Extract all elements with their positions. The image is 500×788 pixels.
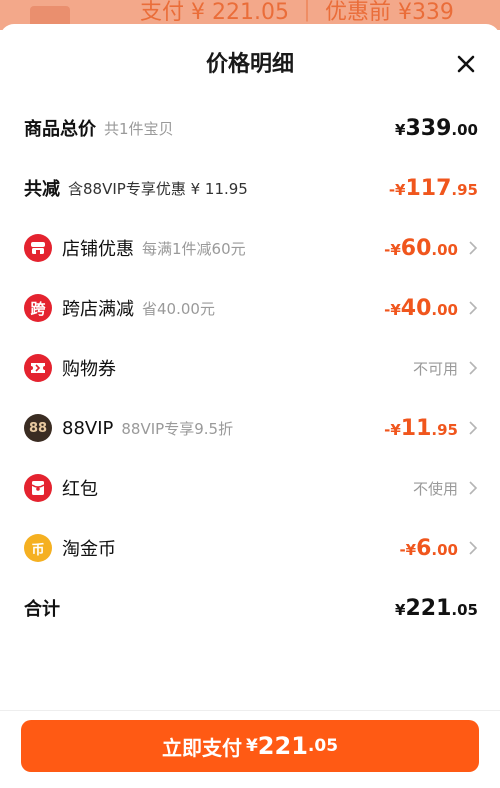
red-packet-status: 不使用 <box>412 479 458 498</box>
goods-total-row: 商品总价 共1件宝贝 ¥339.00 <box>0 108 500 148</box>
close-button[interactable] <box>454 52 478 76</box>
sheet-title: 价格明细 <box>205 52 294 77</box>
goods-total-label: 商品总价 <box>24 119 96 140</box>
chevron-right-icon <box>469 481 478 495</box>
cross-store-amount: -¥ 40.00 <box>384 295 458 321</box>
red-packet-label: 红包 <box>62 479 98 500</box>
red-packet-row[interactable]: 红包 不使用 <box>0 468 500 508</box>
vip-rule: 88VIP专享9.5折 <box>121 419 234 438</box>
vip-88-icon: 88 <box>24 414 52 442</box>
chevron-right-icon <box>469 301 478 315</box>
reduction-note: 含88VIP专享优惠 ¥ 11.95 <box>68 179 248 198</box>
chevron-right-icon <box>469 241 478 255</box>
goods-total-amount: ¥339.00 <box>395 115 478 141</box>
divider <box>0 710 500 711</box>
grand-total-row: 合计 ¥221.05 <box>0 588 500 628</box>
store-discount-row[interactable]: 店铺优惠 每满1件减60元 -¥ 60.00 <box>0 228 500 268</box>
price-detail-sheet: 价格明细 商品总价 共1件宝贝 ¥339.00 共减 含88VIP专享优惠 ¥ … <box>0 24 500 788</box>
gold-coin-row[interactable]: 币 淘金币 -¥ 6.00 <box>0 528 500 568</box>
gold-coin-amount: -¥ 6.00 <box>399 535 458 561</box>
vip-label: 88VIP <box>62 417 114 439</box>
store-discount-label: 店铺优惠 <box>62 239 134 260</box>
store-discount-rule: 每满1件减60元 <box>142 239 246 258</box>
goods-count: 共1件宝贝 <box>104 119 174 138</box>
ticket-icon <box>24 354 52 382</box>
store-icon <box>24 234 52 262</box>
cross-store-label: 跨店满减 <box>62 299 134 320</box>
grand-total-amount: ¥221.05 <box>395 595 478 621</box>
shopping-coupon-row[interactable]: 购物券 不可用 <box>0 348 500 388</box>
chevron-right-icon <box>469 541 478 555</box>
vip-amount: -¥ 11.95 <box>384 415 458 441</box>
cross-store-saving: 省40.00元 <box>142 299 215 318</box>
cross-store-icon: 跨 <box>24 294 52 322</box>
close-icon <box>457 55 475 73</box>
chevron-right-icon <box>469 361 478 375</box>
vip-discount-row[interactable]: 88 88VIP 88VIP专享9.5折 -¥ 11.95 <box>0 408 500 448</box>
grand-total-label: 合计 <box>24 599 60 620</box>
store-discount-amount: -¥ 60.00 <box>384 235 458 261</box>
cross-store-discount-row[interactable]: 跨 跨店满减 省40.00元 -¥ 40.00 <box>0 288 500 328</box>
chevron-right-icon <box>469 421 478 435</box>
gold-coin-label: 淘金币 <box>62 539 116 560</box>
reduction-amount: -¥ 117.95 <box>388 175 478 201</box>
red-envelope-icon <box>24 474 52 502</box>
coupon-status: 不可用 <box>412 359 458 378</box>
gold-coin-icon: 币 <box>24 534 52 562</box>
shopping-coupon-label: 购物券 <box>62 359 116 380</box>
background-pay-text: 支付 ¥ 221.05 ｜ 优惠前 ¥339 <box>140 0 454 25</box>
reduction-label: 共减 <box>24 179 60 200</box>
total-reduction-row: 共减 含88VIP专享优惠 ¥ 11.95 -¥ 117.95 <box>0 168 500 208</box>
pay-now-button[interactable]: 立即支付 ¥221.05 <box>21 720 479 772</box>
